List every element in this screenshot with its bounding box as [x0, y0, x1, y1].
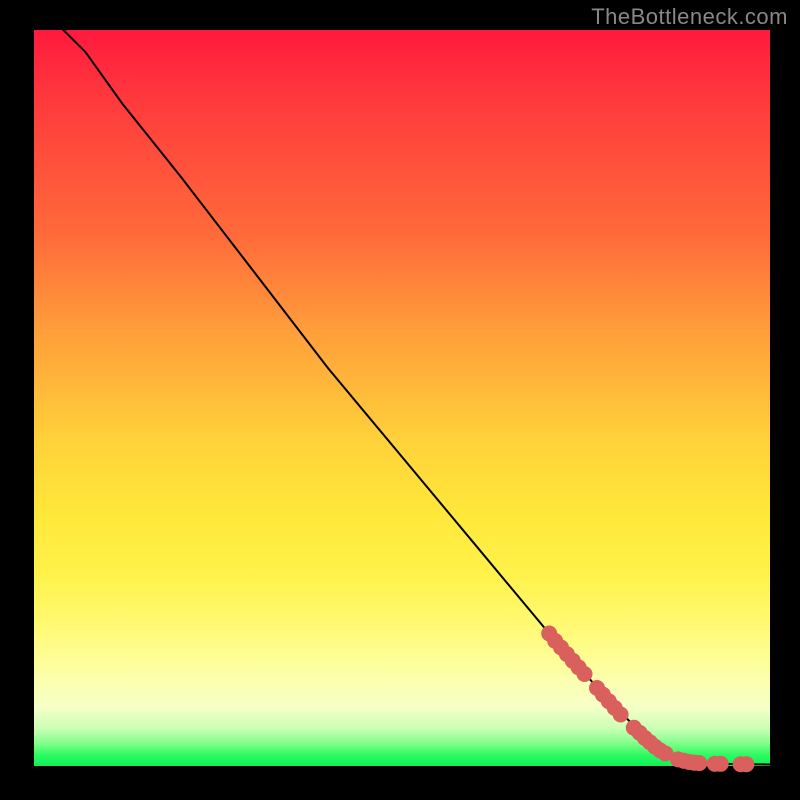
data-point [691, 755, 707, 771]
data-point [577, 666, 593, 682]
data-point [738, 756, 754, 772]
chart-svg [34, 30, 770, 766]
main-curve [63, 30, 770, 765]
data-points [541, 626, 754, 773]
data-point [613, 707, 629, 723]
watermark-text: TheBottleneck.com [591, 4, 788, 30]
plot-area [34, 30, 770, 766]
chart-stage: TheBottleneck.com [0, 0, 800, 800]
data-point [713, 756, 729, 772]
